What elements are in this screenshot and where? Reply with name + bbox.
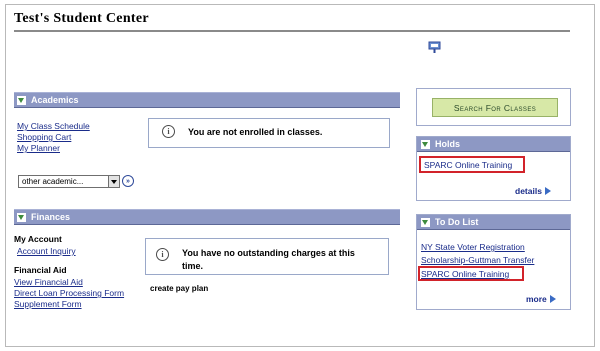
financial-aid-label: Financial Aid (14, 265, 67, 275)
todo-more-label: more (526, 294, 547, 304)
collapse-triangle-icon[interactable] (421, 217, 430, 227)
finances-header-label: Finances (31, 212, 71, 222)
no-charges-text: You have no outstanding charges at this … (182, 248, 355, 271)
direct-loan-form-link[interactable]: Direct Loan Processing Form (14, 288, 124, 298)
academics-header-label: Academics (31, 95, 79, 105)
todo-header-label: To Do List (435, 217, 479, 227)
todo-more-link[interactable]: more (526, 294, 556, 304)
not-enrolled-text: You are not enrolled in classes. (188, 127, 323, 137)
other-academic-select[interactable]: other academic... (18, 175, 120, 188)
highlight-box (419, 156, 525, 173)
search-for-classes-button[interactable]: Search For Classes (432, 98, 558, 117)
supplement-form-link[interactable]: Supplement Form (14, 299, 82, 309)
finances-header[interactable]: Finances (14, 209, 400, 225)
page-title: Test's Student Center (14, 11, 149, 26)
collapse-triangle-icon[interactable] (17, 212, 26, 222)
holds-header-label: Holds (435, 139, 461, 149)
info-icon: i (156, 248, 169, 261)
play-arrow-icon (544, 187, 551, 195)
my-planner-link[interactable]: My Planner (17, 143, 60, 153)
not-enrolled-message: i You are not enrolled in classes. (148, 118, 390, 148)
holds-details-link[interactable]: details (515, 186, 551, 196)
go-button[interactable]: » (122, 175, 134, 187)
account-inquiry-link[interactable]: Account Inquiry (17, 246, 76, 256)
title-divider (14, 30, 570, 32)
create-pay-plan-label[interactable]: create pay plan (150, 284, 208, 293)
holds-header[interactable]: Holds (417, 137, 570, 152)
chevron-down-icon[interactable] (108, 176, 119, 187)
view-financial-aid-link[interactable]: View Financial Aid (14, 277, 83, 287)
play-arrow-icon (549, 295, 556, 303)
message-icon[interactable] (428, 41, 441, 54)
shopping-cart-link[interactable]: Shopping Cart (17, 132, 71, 142)
other-academic-select-value: other academic... (22, 177, 84, 186)
my-account-label: My Account (14, 234, 62, 244)
collapse-triangle-icon[interactable] (17, 95, 26, 105)
collapse-triangle-icon[interactable] (421, 139, 430, 149)
todo-header[interactable]: To Do List (417, 215, 570, 230)
info-icon: i (162, 125, 175, 138)
academics-header[interactable]: Academics (14, 92, 400, 108)
holds-details-label: details (515, 186, 542, 196)
my-class-schedule-link[interactable]: My Class Schedule (17, 121, 90, 131)
no-charges-message: i You have no outstanding charges at thi… (145, 238, 389, 275)
highlight-box (418, 266, 524, 281)
todo-item-voter-registration[interactable]: NY State Voter Registration (421, 242, 525, 252)
todo-item-scholarship[interactable]: Scholarship-Guttman Transfer (421, 255, 534, 265)
